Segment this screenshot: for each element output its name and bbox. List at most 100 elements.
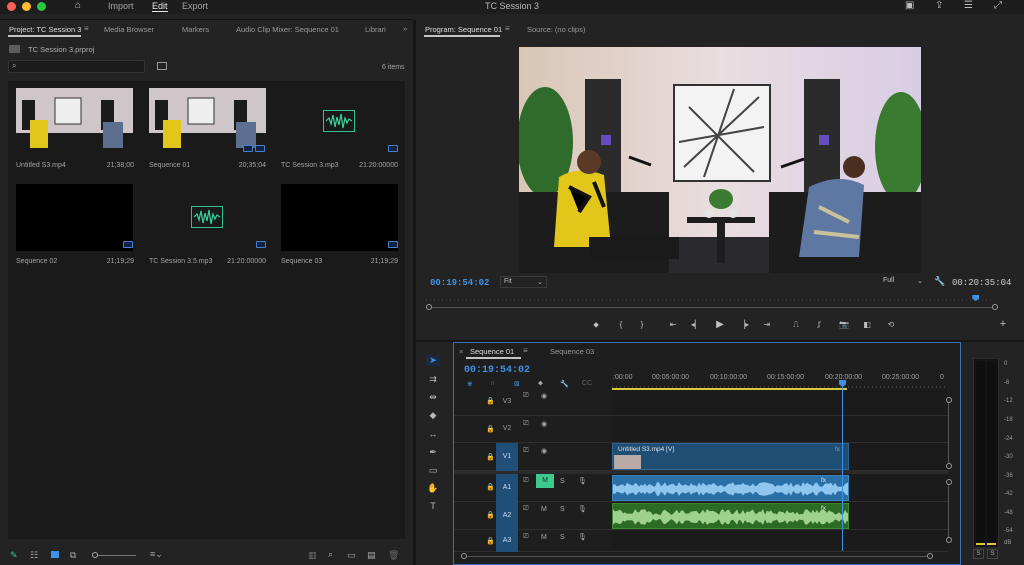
v-scroll-handle[interactable] <box>946 537 952 543</box>
lock-icon[interactable]: 🔒 <box>486 397 495 405</box>
program-time-ruler[interactable] <box>426 296 994 302</box>
sync-lock-icon[interactable]: ⎚ <box>523 477 529 485</box>
lock-icon[interactable]: 🔒 <box>486 511 495 519</box>
freeform-view-icon[interactable]: ⧉ <box>70 550 76 561</box>
find-icon[interactable]: ⌕ <box>328 549 333 560</box>
automate-sequence-icon[interactable]: ▥ <box>308 550 317 561</box>
button-editor-plus-icon[interactable]: + <box>996 318 1010 330</box>
rectangle-tool-icon[interactable]: ▭ <box>426 465 440 476</box>
snap-icon[interactable]: ∩ <box>490 380 495 387</box>
eye-icon[interactable]: ◉ <box>541 420 547 428</box>
tab-media-browser[interactable]: Media Browser <box>104 25 154 34</box>
resolution-dropdown[interactable]: Full ⌄ <box>880 276 926 288</box>
linked-selection-icon[interactable]: ⊠ <box>514 380 520 388</box>
razor-tool-icon[interactable]: ◆ <box>426 410 440 421</box>
tab-project[interactable]: Project: TC Session 3 <box>9 25 81 34</box>
tab-sequence-03[interactable]: Sequence 03 <box>550 347 594 356</box>
tab-sequence-01[interactable]: Sequence 01 <box>470 347 514 356</box>
list-view-icon[interactable]: ☷ <box>30 550 38 561</box>
h-scroll-handle-right[interactable] <box>927 553 933 559</box>
program-tab-menu-icon[interactable]: ≡ <box>505 24 510 33</box>
video-clip[interactable]: Untitled S3.mp4 [V] fx <box>612 443 849 470</box>
mark-in-icon[interactable]: { <box>614 320 628 329</box>
mute-button-a3[interactable]: M <box>541 534 547 541</box>
ripple-edit-tool-icon[interactable]: ⇹ <box>426 392 440 403</box>
solo-button-a2[interactable]: S <box>560 506 565 513</box>
v-scrollbar-video[interactable] <box>948 403 949 463</box>
export-frame-icon[interactable]: 📷 <box>837 320 851 329</box>
pencil-icon[interactable]: ✎ <box>10 550 18 561</box>
audio-clip-a1[interactable]: fx <box>612 475 849 501</box>
eye-icon[interactable]: ◉ <box>541 392 547 400</box>
new-bin-footer-icon[interactable]: ▭ <box>347 550 356 561</box>
timeline-timecode[interactable]: 00:19:54:02 <box>464 365 530 376</box>
track-label-v1[interactable]: V1 <box>496 443 518 471</box>
track-select-tool-icon[interactable]: ⇉ <box>426 374 440 385</box>
solo-left-button[interactable]: S <box>973 549 984 559</box>
sync-lock-icon[interactable]: ⎚ <box>523 420 529 428</box>
pen-tool-icon[interactable]: ✒ <box>426 447 440 458</box>
vr-view-icon[interactable]: ⟲ <box>884 320 898 329</box>
comparison-view-icon[interactable]: ◧ <box>860 320 874 329</box>
v-scrollbar-audio[interactable] <box>948 485 949 537</box>
mute-button-a1[interactable]: M <box>536 474 554 488</box>
track-label-a2[interactable]: A2 <box>496 502 518 530</box>
sync-lock-icon[interactable]: ⎚ <box>523 447 529 455</box>
zoom-scroll-track[interactable] <box>432 307 992 308</box>
thumb-sequence-03[interactable] <box>281 184 398 251</box>
add-marker-icon[interactable]: ⬥ <box>589 320 603 330</box>
track-label-v2[interactable]: V2 <box>496 416 518 442</box>
track-label-v3[interactable]: V3 <box>496 389 518 415</box>
new-bin-icon[interactable] <box>157 62 167 70</box>
sync-lock-icon[interactable]: ⎚ <box>523 392 529 400</box>
nest-icon[interactable]: ⋇ <box>467 380 473 388</box>
fullscreen-icon[interactable]: ⤢ <box>994 0 1002 11</box>
eye-icon[interactable]: ◉ <box>541 447 547 455</box>
thumb-sequence-02[interactable] <box>16 184 133 251</box>
program-video-frame[interactable] <box>519 47 921 273</box>
workspace-menu-icon[interactable]: ☰ <box>964 0 973 11</box>
track-label-a1[interactable]: A1 <box>496 474 518 502</box>
h-scrollbar[interactable] <box>467 556 927 557</box>
mark-out-icon[interactable]: } <box>635 320 649 329</box>
share-icon[interactable]: ⇪ <box>935 0 943 11</box>
v-scroll-handle[interactable] <box>946 479 952 485</box>
close-tab-icon[interactable]: × <box>459 347 463 356</box>
play-icon[interactable]: ▶ <box>713 319 727 330</box>
tab-source-monitor[interactable]: Source: (no clips) <box>527 25 585 34</box>
track-label-a3[interactable]: A3 <box>496 530 518 552</box>
lock-icon[interactable]: 🔒 <box>486 453 495 461</box>
mute-button-a2[interactable]: M <box>541 506 547 513</box>
go-to-out-icon[interactable]: ⇥ <box>760 320 774 329</box>
sync-lock-icon[interactable]: ⎚ <box>523 505 529 513</box>
tab-libraries[interactable]: Librari <box>365 25 386 34</box>
timeline-settings-wrench-icon[interactable]: 🔧 <box>560 380 569 388</box>
type-tool-icon[interactable]: T <box>426 501 440 511</box>
microphone-icon[interactable]: 🎙 <box>578 505 587 513</box>
tab-markers[interactable]: Markers <box>182 25 209 34</box>
add-marker-timeline-icon[interactable]: ⬥ <box>538 380 543 388</box>
timeline-tab-menu-icon[interactable]: ≡ <box>523 346 528 355</box>
trash-icon[interactable]: 🗑 <box>388 550 399 561</box>
extract-icon[interactable]: ⎎ <box>812 320 826 330</box>
wrench-icon[interactable]: 🔧 <box>934 276 945 287</box>
hand-tool-icon[interactable]: ✋ <box>426 483 440 494</box>
sync-lock-icon[interactable]: ⎚ <box>523 533 529 541</box>
tab-program-monitor[interactable]: Program: Sequence 01 <box>425 25 502 34</box>
program-current-timecode[interactable]: 00:19:54:02 <box>430 278 489 288</box>
step-back-icon[interactable]: ◂▏ <box>689 320 703 329</box>
search-input[interactable] <box>8 60 145 73</box>
step-forward-icon[interactable]: ▕▸ <box>737 320 751 329</box>
zoom-handle-right[interactable] <box>992 304 998 310</box>
solo-button-a1[interactable]: S <box>560 478 565 485</box>
notification-icon[interactable]: ▣ <box>905 0 914 11</box>
icon-view-icon[interactable] <box>51 551 59 558</box>
v-scroll-handle[interactable] <box>946 397 952 403</box>
slip-tool-icon[interactable]: ↔ <box>426 429 440 439</box>
zoom-slider-track[interactable] <box>98 555 136 556</box>
selection-tool-icon[interactable]: ➤ <box>426 355 440 366</box>
solo-button-a3[interactable]: S <box>560 534 565 541</box>
captions-icon[interactable]: CC <box>582 380 592 387</box>
microphone-icon[interactable]: 🎙 <box>578 477 587 485</box>
thumb-untitled-s3[interactable] <box>16 88 133 155</box>
